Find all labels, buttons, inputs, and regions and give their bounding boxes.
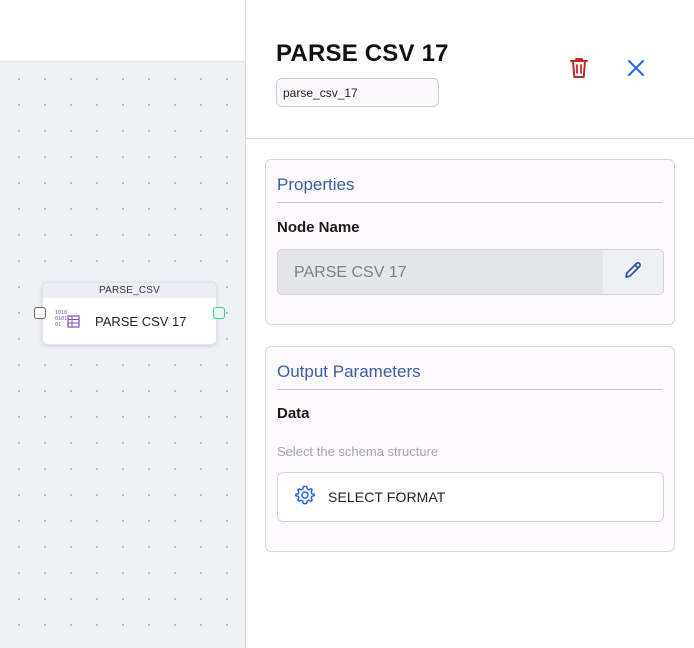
node-name-label: PARSE CSV 17	[95, 313, 187, 329]
node-name-field-label: Node Name	[277, 219, 360, 236]
node-settings-panel: PARSE CSV 17 Prope	[246, 0, 694, 648]
input-port[interactable]	[34, 307, 46, 319]
trash-icon	[568, 56, 590, 85]
properties-card: Properties Node Name PARSE CSV 17	[265, 159, 675, 325]
divider	[277, 202, 663, 203]
edit-name-button[interactable]	[603, 250, 663, 294]
canvas-top-bar	[0, 0, 245, 62]
output-parameters-heading: Output Parameters	[277, 362, 421, 381]
data-field-label: Data	[277, 405, 310, 422]
output-port[interactable]	[213, 307, 225, 319]
select-format-button[interactable]: SELECT FORMAT	[277, 472, 664, 522]
canvas-grid[interactable]	[0, 62, 245, 648]
node-id-input[interactable]	[276, 78, 439, 107]
pencil-icon	[623, 260, 643, 285]
panel-title: PARSE CSV 17	[276, 40, 449, 67]
schema-hint: Select the schema structure	[277, 444, 439, 459]
node-type-label: PARSE_CSV	[43, 283, 216, 298]
node-name-field: PARSE CSV 17	[277, 249, 664, 295]
node-name-value: PARSE CSV 17	[294, 264, 407, 281]
parse-csv-node[interactable]: PARSE_CSV 1010 0101 01 PARSE CSV 17	[34, 282, 225, 345]
panel-header: PARSE CSV 17	[246, 0, 694, 139]
delete-button[interactable]	[564, 55, 594, 85]
output-parameters-card: Output Parameters Data Select the schema…	[265, 346, 675, 552]
binary-table-icon: 1010 0101 01	[54, 308, 95, 335]
divider	[277, 389, 663, 390]
gear-icon	[294, 484, 316, 511]
close-icon	[627, 59, 645, 82]
svg-text:01: 01	[55, 322, 61, 328]
select-format-label: SELECT FORMAT	[328, 489, 446, 505]
workflow-canvas[interactable]: PARSE_CSV 1010 0101 01 PARSE CSV 17	[0, 0, 245, 648]
close-button[interactable]	[621, 55, 651, 85]
properties-heading: Properties	[277, 175, 355, 194]
